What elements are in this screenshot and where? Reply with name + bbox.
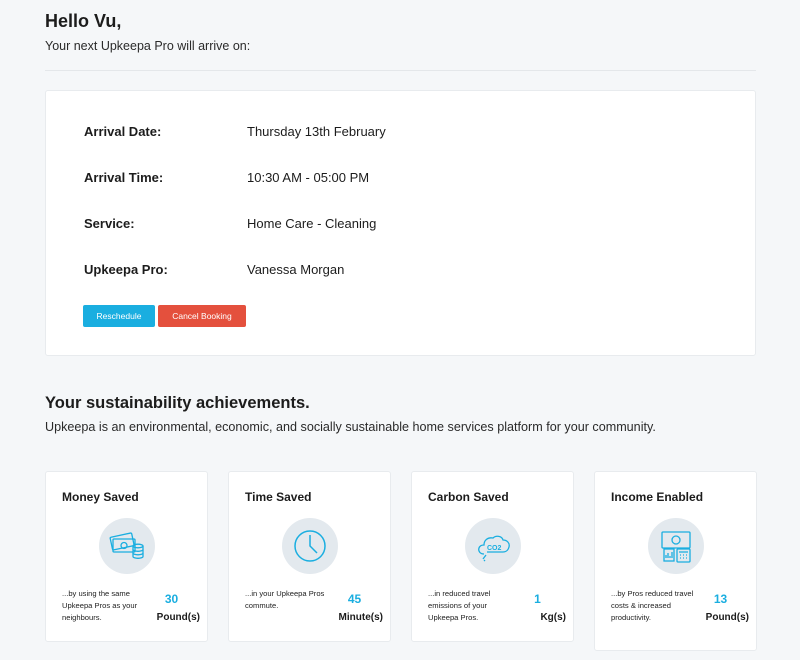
card-value: 45 bbox=[347, 592, 362, 606]
divider bbox=[45, 70, 756, 71]
card-title: Carbon Saved bbox=[428, 490, 509, 504]
card-unit: Minute(s) bbox=[338, 612, 383, 623]
card-description: ...in reduced travel emissions of your U… bbox=[428, 589, 491, 622]
booking-value: 10:30 AM - 05:00 PM bbox=[247, 170, 370, 185]
card-title: Time Saved bbox=[245, 490, 312, 504]
booking-label: Service: bbox=[84, 216, 135, 231]
card-value: 13 bbox=[713, 592, 728, 606]
svg-text:CO2: CO2 bbox=[487, 545, 502, 552]
card-value: 1 bbox=[534, 592, 541, 606]
card-value: 30 bbox=[164, 592, 179, 606]
greeting-subtitle: Your next Upkeepa Pro will arrive on: bbox=[45, 39, 251, 53]
booking-label: Arrival Date: bbox=[84, 124, 162, 139]
booking-label: Upkeepa Pro: bbox=[84, 262, 168, 277]
reschedule-button[interactable]: Reschedule bbox=[83, 305, 155, 327]
card-description: ...by using the same Upkeepa Pros as you… bbox=[62, 589, 138, 622]
greeting-title: Hello Vu, bbox=[45, 11, 122, 31]
carbon-saved-card: Carbon Saved CO2 ...in reduced travel em… bbox=[411, 471, 574, 642]
money-saved-card: Money Saved ...by using the same Upkeepa… bbox=[45, 471, 208, 642]
card-title: Money Saved bbox=[62, 490, 139, 504]
income-enabled-card: Income Enabled ...by Pros reduced travel… bbox=[594, 471, 757, 651]
cancel-booking-button[interactable]: Cancel Booking bbox=[158, 305, 246, 327]
booking-label: Arrival Time: bbox=[84, 170, 164, 185]
clock-icon bbox=[282, 518, 338, 574]
card-description: ...by Pros reduced travel costs & increa… bbox=[611, 589, 694, 622]
card-title: Income Enabled bbox=[611, 490, 704, 504]
booking-value: Home Care - Cleaning bbox=[247, 216, 377, 231]
greeting-section: Hello Vu, Your next Upkeepa Pro will arr… bbox=[45, 10, 756, 53]
time-saved-card: Time Saved ...in your Upkeepa Pros commu… bbox=[228, 471, 391, 642]
card-description: ...in your Upkeepa Pros commute. bbox=[245, 589, 325, 610]
sustainability-section: Your sustainability achievements. Upkeep… bbox=[45, 393, 785, 434]
income-calculator-icon bbox=[648, 518, 704, 574]
booking-card: Arrival Date: Thursday 13th February Arr… bbox=[45, 90, 756, 356]
money-icon bbox=[99, 518, 155, 574]
card-unit: Pound(s) bbox=[156, 612, 200, 623]
booking-value: Thursday 13th February bbox=[247, 124, 386, 139]
co2-cloud-icon: CO2 bbox=[465, 518, 521, 574]
sustainability-title: Your sustainability achievements. bbox=[45, 394, 310, 412]
card-unit: Pound(s) bbox=[705, 612, 749, 623]
card-unit: Kg(s) bbox=[540, 612, 566, 623]
booking-value: Vanessa Morgan bbox=[247, 262, 345, 277]
sustainability-description: Upkeepa is an environmental, economic, a… bbox=[45, 420, 656, 434]
